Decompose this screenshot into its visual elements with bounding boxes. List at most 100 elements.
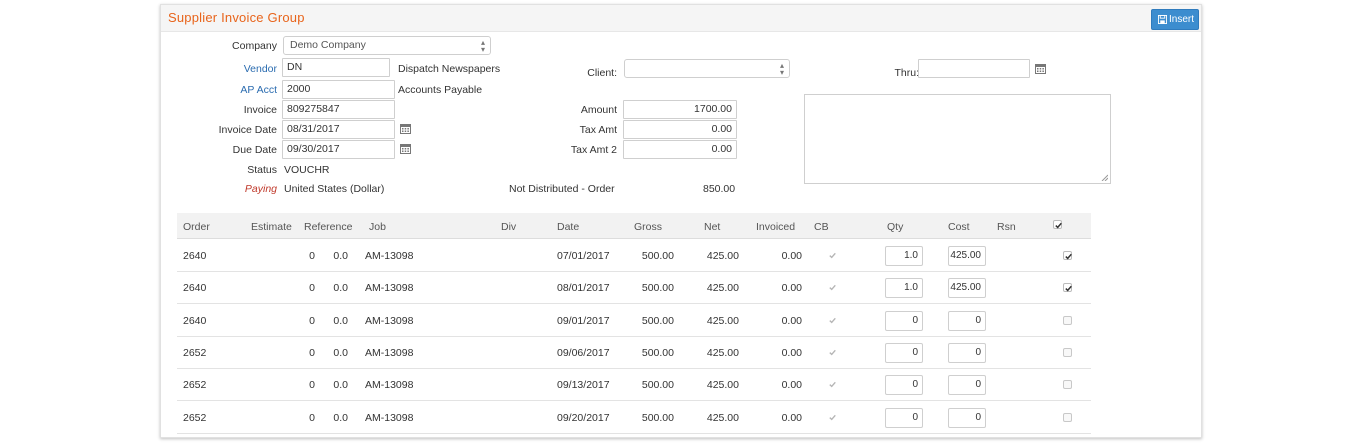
- cb-check-icon: [829, 285, 836, 291]
- qty-input[interactable]: 0: [885, 407, 923, 428]
- cell-invoiced: 0.00: [781, 314, 802, 327]
- vendor-name: Dispatch Newspapers: [398, 63, 501, 75]
- not-distributed-value: 850.00: [703, 183, 736, 195]
- col-date[interactable]: Date: [557, 221, 579, 233]
- cell-job: AM-13098: [365, 282, 414, 295]
- col-cost[interactable]: Cost: [948, 221, 970, 233]
- table-row[interactable]: 2640 0 0.0 AM-13098 09/01/2017 500.00 425.00 0.…: [177, 304, 1091, 337]
- qty-input[interactable]: 1.0: [885, 246, 923, 266]
- cell-estimate: 0: [309, 346, 315, 359]
- cell-date: 08/01/2017: [557, 282, 610, 295]
- resize-grip-icon[interactable]: [1101, 174, 1108, 181]
- cost-input[interactable]: 0: [948, 342, 986, 363]
- notes-textarea[interactable]: [804, 94, 1111, 184]
- col-net[interactable]: Net: [704, 221, 720, 233]
- col-invoiced[interactable]: Invoiced: [756, 221, 795, 233]
- cell-gross: 500.00: [641, 282, 674, 295]
- col-job[interactable]: Job: [369, 221, 386, 233]
- calendar-icon[interactable]: [400, 123, 411, 134]
- cell-order: 2652: [183, 346, 207, 359]
- amount-input[interactable]: 1700.00: [623, 100, 737, 119]
- ap-acct-label[interactable]: AP Acct: [240, 84, 277, 96]
- row-select-checkbox[interactable]: [1063, 347, 1072, 357]
- not-distributed-label: Not Distributed - Order: [509, 183, 615, 195]
- invoice-input[interactable]: 809275847: [282, 100, 395, 119]
- col-reference[interactable]: Reference: [304, 221, 352, 233]
- col-estimate[interactable]: Estimate: [251, 221, 292, 233]
- cost-input[interactable]: 425.00: [948, 246, 986, 266]
- cell-reference: 0.0: [333, 411, 348, 424]
- ap-acct-name: Accounts Payable: [398, 84, 483, 96]
- save-icon: [1158, 15, 1167, 24]
- col-div[interactable]: Div: [501, 221, 516, 233]
- cell-reference: 0.0: [333, 314, 348, 327]
- row-select-checkbox[interactable]: [1063, 412, 1072, 422]
- vendor-label[interactable]: Vendor: [244, 63, 277, 75]
- cell-gross: 500.00: [641, 346, 674, 359]
- cell-date: 09/01/2017: [557, 314, 610, 327]
- table-row[interactable]: 2652 0 0.0 AM-13098 09/20/2017 500.00 425.00 0.…: [177, 401, 1091, 434]
- check-icon: [1065, 253, 1072, 260]
- col-qty[interactable]: Qty: [887, 221, 903, 233]
- col-cb[interactable]: CB: [814, 221, 829, 233]
- thru-label: Thru:: [894, 67, 919, 79]
- cell-estimate: 0: [309, 411, 315, 424]
- select-all-checkbox[interactable]: [1053, 220, 1062, 229]
- thru-input[interactable]: [918, 59, 1030, 78]
- cell-order: 2652: [183, 411, 207, 424]
- cell-invoiced: 0.00: [781, 411, 802, 424]
- tax-amt2-input[interactable]: 0.00: [623, 140, 737, 159]
- col-rsn[interactable]: Rsn: [997, 221, 1016, 233]
- table-row[interactable]: 2652 0 0.0 AM-13098 09/13/2017 500.00 425.00 0.…: [177, 368, 1091, 402]
- row-select-checkbox[interactable]: [1063, 283, 1072, 293]
- company-label: Company: [232, 40, 277, 52]
- qty-input[interactable]: 0: [885, 310, 923, 331]
- client-select[interactable]: ▴ ▾: [624, 59, 790, 78]
- insert-label: Insert: [1169, 14, 1195, 25]
- ap-acct-input[interactable]: 2000: [282, 80, 395, 99]
- table-row[interactable]: 2640 0 0.0 AM-13098 08/01/2017 500.00 425.00 0.…: [177, 271, 1091, 305]
- cell-order: 2640: [183, 314, 207, 327]
- due-date-label: Due Date: [232, 144, 277, 156]
- cb-checkbox: [828, 348, 837, 357]
- cost-input[interactable]: 0: [948, 407, 986, 428]
- calendar-icon[interactable]: [400, 143, 411, 154]
- company-select[interactable]: Demo Company ▴ ▾: [283, 36, 491, 55]
- insert-button[interactable]: Insert: [1151, 9, 1199, 30]
- cell-order: 2652: [183, 379, 207, 392]
- chevron-updown-icon: ▴ ▾: [480, 38, 485, 54]
- cell-date: 07/01/2017: [557, 250, 610, 262]
- cell-date: 09/06/2017: [557, 346, 610, 359]
- cell-reference: 0.0: [333, 346, 348, 359]
- cb-checkbox: [828, 316, 837, 325]
- cell-net: 425.00: [706, 346, 739, 359]
- table-row[interactable]: 2640 0 0.0 AM-13098 07/01/2017 500.00 425.00 0.…: [177, 239, 1091, 272]
- vendor-input[interactable]: DN: [282, 58, 390, 77]
- row-select-checkbox[interactable]: [1063, 315, 1072, 325]
- calendar-icon[interactable]: [1035, 63, 1046, 74]
- cost-input[interactable]: 0: [948, 375, 986, 396]
- check-icon: [1065, 286, 1072, 292]
- row-select-checkbox[interactable]: [1063, 251, 1072, 260]
- tax-amt-input[interactable]: 0.00: [623, 120, 737, 139]
- col-order[interactable]: Order: [183, 221, 210, 233]
- qty-input[interactable]: 1.0: [885, 278, 923, 299]
- cell-order: 2640: [183, 282, 207, 295]
- cost-input[interactable]: 425.00: [948, 278, 986, 299]
- qty-input[interactable]: 0: [885, 375, 923, 396]
- cell-job: AM-13098: [365, 346, 414, 359]
- invoice-date-input[interactable]: 08/31/2017: [282, 120, 395, 139]
- table-row[interactable]: 2652 0 0.0 AM-13098 09/06/2017 500.00 425.00 0.…: [177, 336, 1091, 369]
- cell-invoiced: 0.00: [781, 282, 802, 295]
- col-gross[interactable]: Gross: [634, 221, 662, 233]
- cell-net: 425.00: [706, 282, 739, 295]
- cell-net: 425.00: [706, 379, 739, 392]
- row-select-checkbox[interactable]: [1063, 380, 1072, 390]
- cell-gross: 500.00: [641, 250, 674, 262]
- cost-input[interactable]: 0: [948, 310, 986, 331]
- cell-invoiced: 0.00: [781, 379, 802, 392]
- qty-input[interactable]: 0: [885, 342, 923, 363]
- due-date-input[interactable]: 09/30/2017: [282, 140, 395, 159]
- cell-gross: 500.00: [641, 411, 674, 424]
- cell-date: 09/13/2017: [557, 379, 610, 392]
